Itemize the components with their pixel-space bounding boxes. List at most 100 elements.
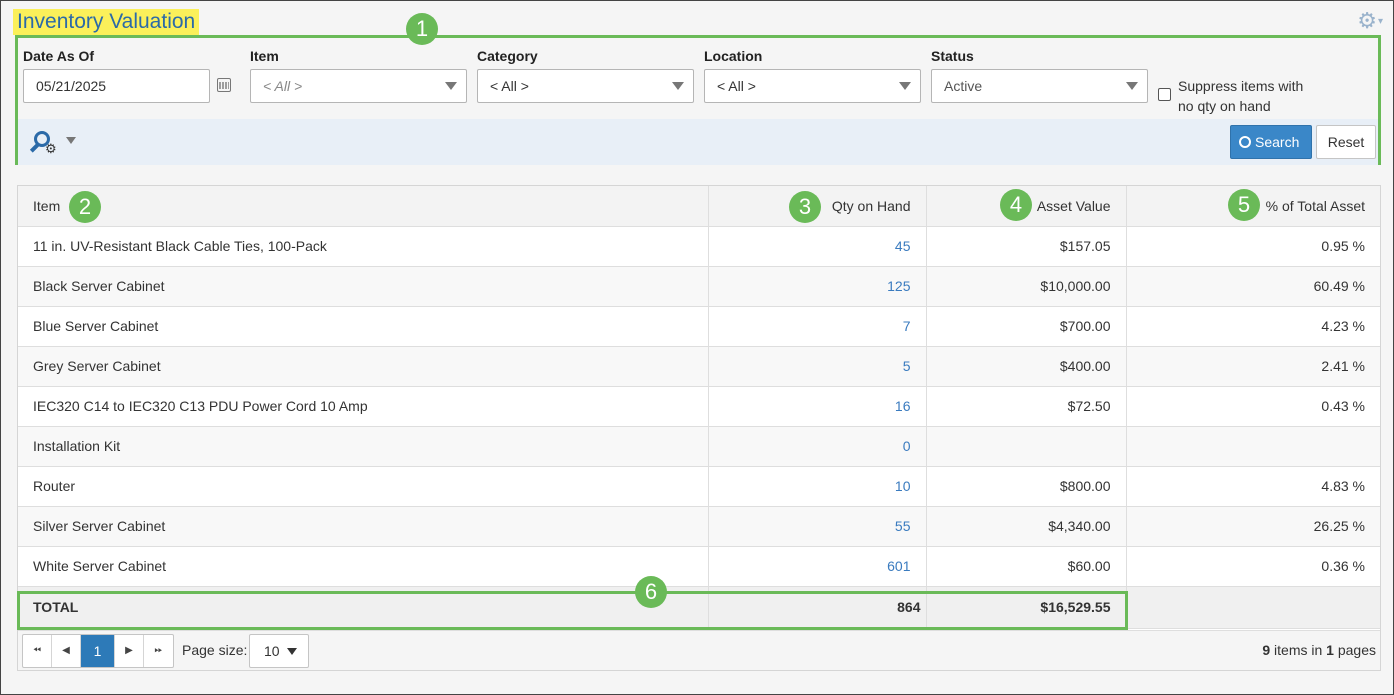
cell-asset-value: $400.00 [926,346,1127,387]
page-title: Inventory Valuation [13,9,200,35]
chevron-down-icon [899,82,911,90]
cell-asset-value: $800.00 [926,466,1127,507]
search-tools-icon[interactable]: ⚙ [29,129,76,156]
cell-qty[interactable]: 601 [708,546,927,587]
cell-asset-value: $700.00 [926,306,1127,347]
cell-asset-value: $10,000.00 [926,266,1127,307]
first-page-icon[interactable]: ⏪︎ [23,635,52,667]
table-row: Silver Server Cabinet 55 $4,340.00 26.25 % [18,506,1380,547]
pager-buttons: ⏪︎ ◀︎ 1 ▶︎ ⏩︎ [22,634,174,668]
callout-badge: 5 [1228,189,1260,221]
location-select[interactable]: < All > [704,69,921,103]
cell-percent: 0.36 % [1126,546,1380,587]
cell-asset-value: $4,340.00 [926,506,1127,547]
valuation-grid: Item Qty on Hand Asset Value % of Total … [17,185,1381,671]
cell-qty[interactable]: 45 [708,226,927,267]
cell-percent: 0.43 % [1126,386,1380,427]
callout-badge: 1 [406,13,438,45]
cell-qty[interactable]: 55 [708,506,927,547]
page-button[interactable]: 1 [81,635,115,667]
table-row: 11 in. UV-Resistant Black Cable Ties, 10… [18,226,1380,267]
app-frame: Inventory Valuation ⚙▾ Date As Of 05/21/… [0,0,1394,695]
page-size-label: Page size: [182,642,248,658]
pager-info: 9 items in 1 pages [1262,642,1376,658]
col-header-item[interactable]: Item [18,186,709,227]
chevron-down-icon [445,82,457,90]
page-size-select[interactable]: 10 [249,634,309,668]
table-row: Router 10 $800.00 4.83 % [18,466,1380,507]
search-button[interactable]: Search [1230,125,1312,159]
chevron-down-icon [287,648,297,655]
cell-qty[interactable]: 7 [708,306,927,347]
table-row: IEC320 C14 to IEC320 C13 PDU Power Cord … [18,386,1380,427]
location-filter-label: Location [704,48,763,64]
date-input[interactable]: 05/21/2025 [23,69,210,103]
item-select[interactable]: < All > [250,69,467,103]
cell-asset-value: $72.50 [926,386,1127,427]
suppress-checkbox[interactable] [1158,88,1171,101]
cell-qty[interactable]: 16 [708,386,927,427]
status-select-value: Active [944,78,983,94]
filter-toolbar: ⚙ Search Reset [18,119,1378,165]
cell-qty[interactable]: 10 [708,466,927,507]
cell-percent: 4.23 % [1126,306,1380,347]
table-row: White Server Cabinet 601 $60.00 0.36 % [18,546,1380,587]
cell-item: Black Server Cabinet [18,266,709,307]
table-row: Grey Server Cabinet 5 $400.00 2.41 % [18,346,1380,387]
cell-qty[interactable]: 0 [708,426,927,467]
status-select[interactable]: Active [931,69,1148,103]
cell-asset-value: $60.00 [926,546,1127,587]
valuation-table: Item Qty on Hand Asset Value % of Total … [18,186,1380,629]
calendar-icon[interactable] [217,78,231,92]
status-filter-label: Status [931,48,974,64]
cell-percent: 26.25 % [1126,506,1380,547]
callout-badge: 4 [1000,189,1032,221]
category-select[interactable]: < All > [477,69,694,103]
chevron-down-icon [1126,82,1138,90]
cell-item: Silver Server Cabinet [18,506,709,547]
last-page-icon[interactable]: ⏩︎ [144,635,173,667]
table-header-row: Item Qty on Hand Asset Value % of Total … [18,186,1380,227]
location-select-value: < All > [717,78,756,94]
cell-item: White Server Cabinet [18,546,709,587]
suppress-label: Suppress items with no qty on hand [1178,78,1304,114]
cell-item: Router [18,466,709,507]
cell-asset-value: $157.05 [926,226,1127,267]
callout-badge: 2 [69,191,101,223]
cell-percent: 60.49 % [1126,266,1380,307]
prev-page-icon[interactable]: ◀︎ [52,635,81,667]
callout-badge: 3 [789,191,821,223]
cell-item: 11 in. UV-Resistant Black Cable Ties, 10… [18,226,709,267]
cell-percent: 2.41 % [1126,346,1380,387]
cell-item: IEC320 C14 to IEC320 C13 PDU Power Cord … [18,386,709,427]
cell-percent: 0.95 % [1126,226,1380,267]
cell-percent [1126,426,1380,467]
chevron-down-icon [66,137,76,144]
search-icon [1239,136,1251,148]
cell-percent: 4.83 % [1126,466,1380,507]
cell-item: Blue Server Cabinet [18,306,709,347]
gear-icon[interactable]: ⚙▾ [1357,9,1383,33]
reset-button[interactable]: Reset [1316,125,1376,159]
table-row: Black Server Cabinet 125 $10,000.00 60.49 % [18,266,1380,307]
pager: ⏪︎ ◀︎ 1 ▶︎ ⏩︎ Page size: 10 9 items in 1… [18,630,1380,670]
cell-qty[interactable]: 125 [708,266,927,307]
total-qty: 864 [708,586,927,629]
category-select-value: < All > [490,78,529,94]
table-row: Blue Server Cabinet 7 $700.00 4.23 % [18,306,1380,347]
callout-badge: 6 [635,576,667,608]
total-row: TOTAL 864 $16,529.55 [18,586,1380,629]
chevron-down-icon [672,82,684,90]
cell-qty[interactable]: 5 [708,346,927,387]
cell-asset-value [926,426,1127,467]
cell-item: Installation Kit [18,426,709,467]
table-body: 11 in. UV-Resistant Black Cable Ties, 10… [18,226,1380,629]
item-select-value: < All > [263,78,303,94]
date-label: Date As Of [23,48,95,64]
cell-item: Grey Server Cabinet [18,346,709,387]
next-page-icon[interactable]: ▶︎ [115,635,144,667]
total-asset-value: $16,529.55 [926,586,1127,629]
table-row: Installation Kit 0 [18,426,1380,467]
chevron-down-icon: ▾ [1377,16,1383,28]
total-percent [1126,586,1380,629]
